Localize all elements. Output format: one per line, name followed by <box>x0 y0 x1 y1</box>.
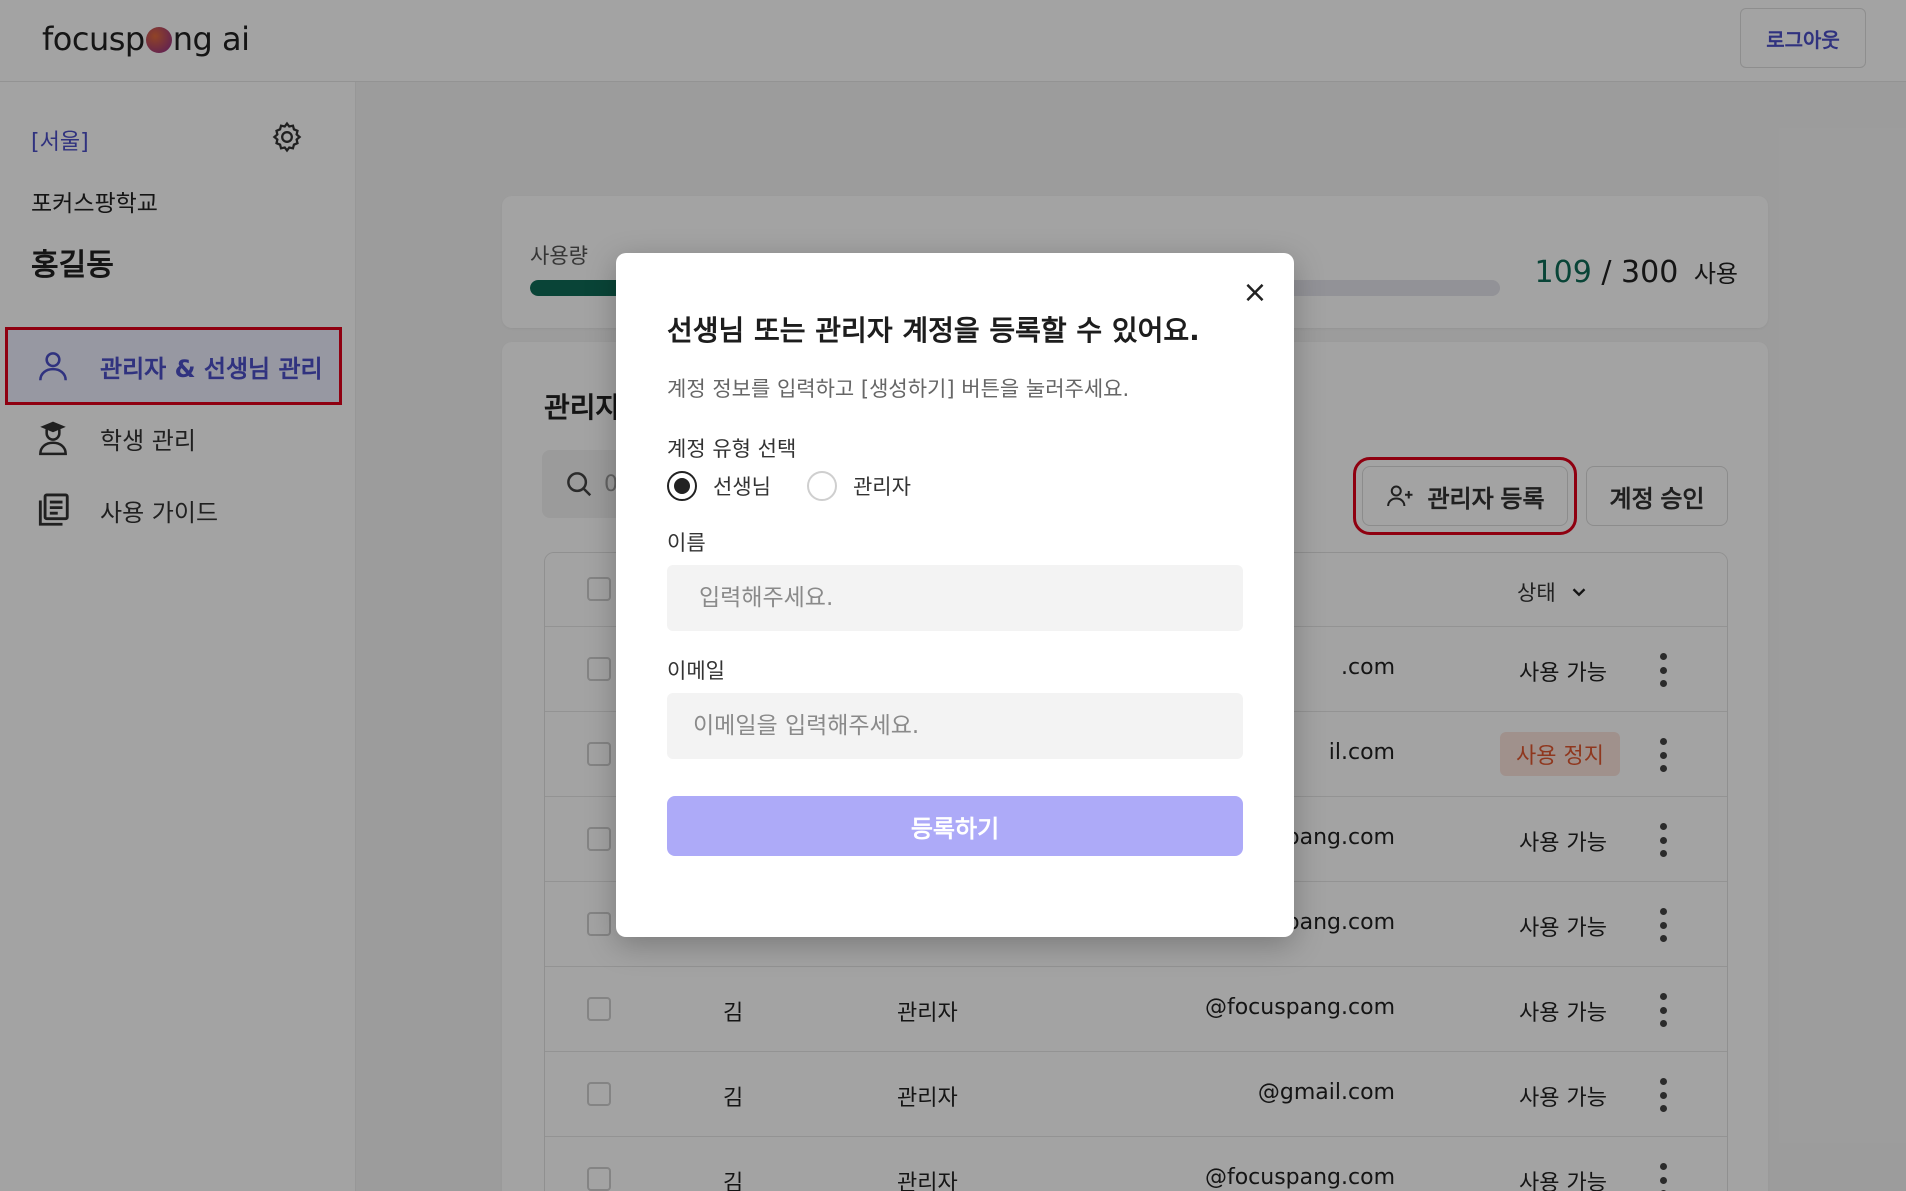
email-field[interactable] <box>667 693 1243 759</box>
submit-register-button[interactable]: 등록하기 <box>667 796 1243 856</box>
radio-admin[interactable] <box>806 471 837 501</box>
modal-description: 계정 정보를 입력하고 [생성하기] 버튼을 눌러주세요. <box>667 377 1130 401</box>
register-account-modal: × 선생님 또는 관리자 계정을 등록할 수 있어요. 계정 정보를 입력하고 … <box>616 253 1294 937</box>
account-type-radio-group: 선생님 관리자 <box>667 471 947 501</box>
radio-teacher[interactable] <box>667 471 697 501</box>
radio-teacher-label[interactable]: 선생님 <box>713 471 771 501</box>
email-field-label: 이메일 <box>667 659 725 683</box>
radio-admin-label[interactable]: 관리자 <box>853 471 911 501</box>
name-field[interactable] <box>667 565 1243 631</box>
account-type-label: 계정 유형 선택 <box>667 437 797 461</box>
name-field-label: 이름 <box>667 531 706 555</box>
modal-title: 선생님 또는 관리자 계정을 등록할 수 있어요. <box>667 314 1200 347</box>
close-icon[interactable]: × <box>1238 275 1272 310</box>
